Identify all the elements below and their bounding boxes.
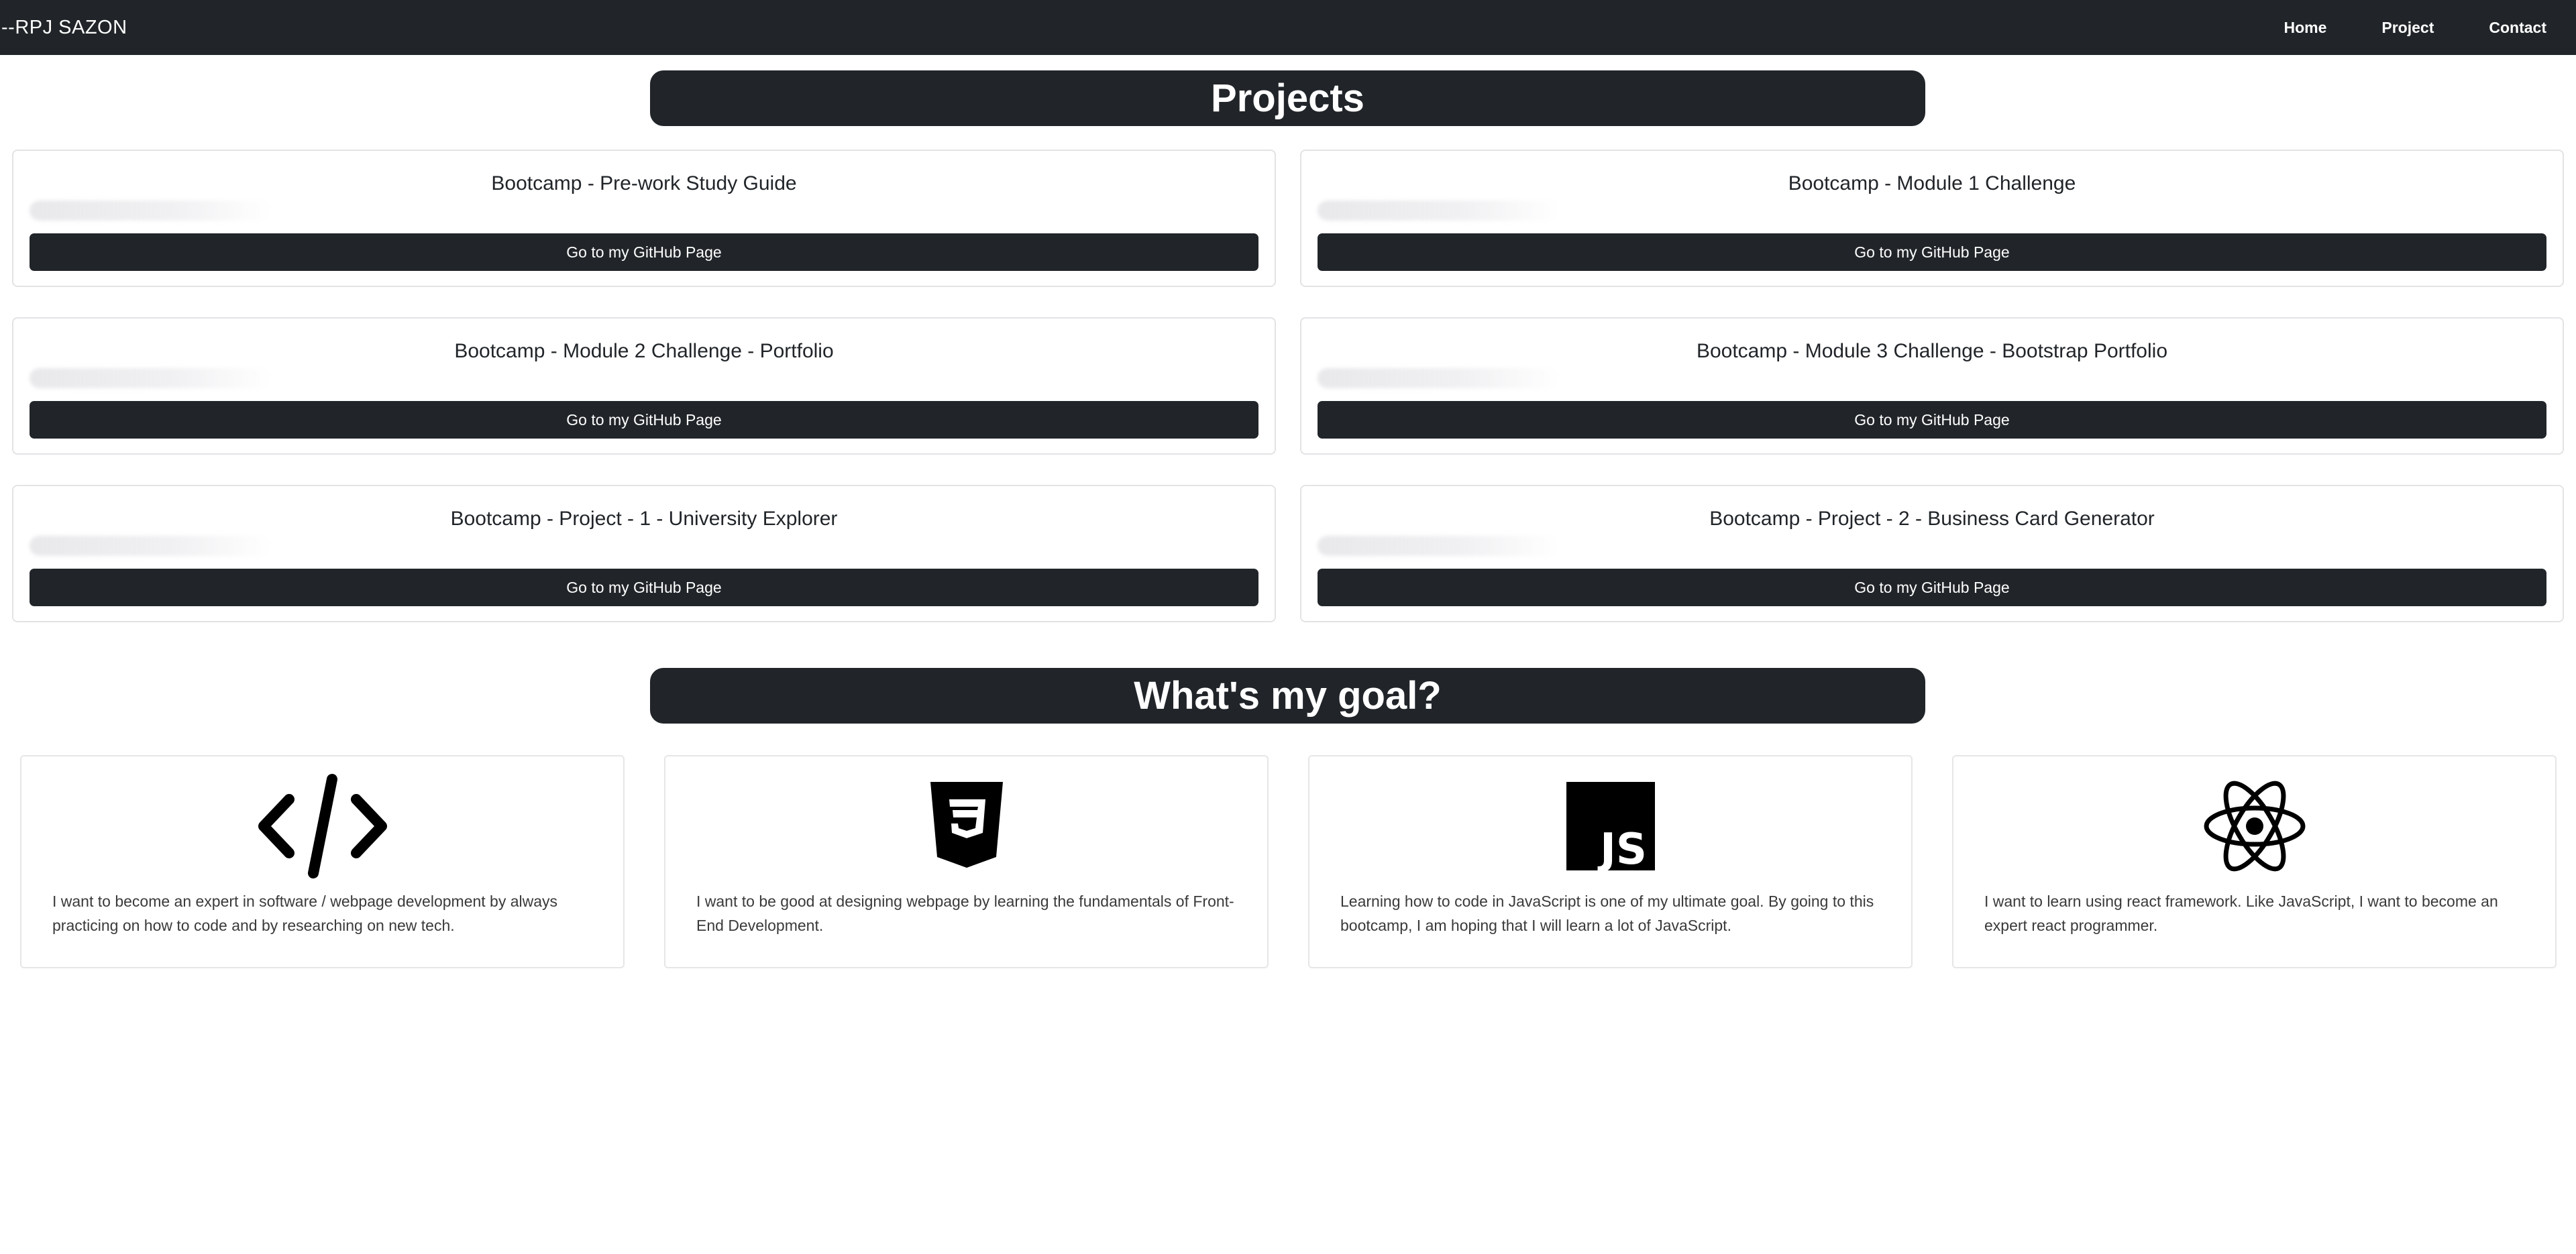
project-card: Bootcamp - Module 2 Challenge - Portfoli… — [12, 317, 1276, 455]
project-card: Bootcamp - Project - 1 - University Expl… — [12, 485, 1276, 622]
github-page-button[interactable]: Go to my GitHub Page — [1318, 401, 2546, 439]
navbar: --RPJ SAZON Home Project Contact — [0, 0, 2576, 55]
css3-icon — [665, 773, 1267, 880]
project-card-title: Bootcamp - Project - 2 - Business Card G… — [1709, 508, 2155, 530]
goal-card: JS Learning how to code in JavaScript is… — [1308, 755, 1913, 968]
blurred-description — [1318, 368, 1559, 388]
goal-description: I want to become an expert in software /… — [52, 893, 558, 934]
project-card: Bootcamp - Project - 2 - Business Card G… — [1300, 485, 2564, 622]
code-icon — [21, 773, 623, 880]
project-card-title: Bootcamp - Module 2 Challenge - Portfoli… — [454, 340, 834, 362]
goal-card: I want to be good at designing webpage b… — [664, 755, 1269, 968]
project-card-title: Bootcamp - Module 1 Challenge — [1788, 172, 2076, 194]
javascript-icon: JS — [1309, 773, 1911, 880]
goal-card: I want to learn using react framework. L… — [1952, 755, 2557, 968]
goal-description: I want to be good at designing webpage b… — [696, 893, 1234, 934]
goal-description: Learning how to code in JavaScript is on… — [1340, 893, 1874, 934]
project-card: Bootcamp - Module 1 Challenge Go to my G… — [1300, 150, 2564, 287]
blurred-description — [1318, 201, 1559, 221]
blurred-description — [30, 536, 271, 556]
goals-section-title: What's my goal? — [650, 668, 1925, 724]
blurred-description — [1318, 536, 1559, 556]
project-card-title: Bootcamp - Module 3 Challenge - Bootstra… — [1696, 340, 2168, 362]
project-card-title: Bootcamp - Pre-work Study Guide — [491, 172, 797, 194]
project-card: Bootcamp - Pre-work Study Guide Go to my… — [12, 150, 1276, 287]
nav-links: Home Project Contact — [2229, 0, 2576, 55]
react-icon — [1953, 773, 2555, 880]
github-page-button[interactable]: Go to my GitHub Page — [30, 569, 1258, 606]
github-page-button[interactable]: Go to my GitHub Page — [30, 401, 1258, 439]
nav-link-contact[interactable]: Contact — [2489, 19, 2546, 37]
github-page-button[interactable]: Go to my GitHub Page — [1318, 569, 2546, 606]
brand-logo-text[interactable]: --RPJ SAZON — [0, 17, 127, 39]
nav-link-project[interactable]: Project — [2381, 19, 2434, 37]
project-card: Bootcamp - Module 3 Challenge - Bootstra… — [1300, 317, 2564, 455]
project-card-title: Bootcamp - Project - 1 - University Expl… — [450, 508, 838, 530]
blurred-description — [30, 201, 271, 221]
nav-link-home[interactable]: Home — [2284, 19, 2326, 37]
github-page-button[interactable]: Go to my GitHub Page — [1318, 233, 2546, 271]
svg-text:JS: JS — [1597, 825, 1647, 870]
blurred-description — [30, 368, 271, 388]
projects-section-title: Projects — [650, 70, 1925, 126]
goal-description: I want to learn using react framework. L… — [1984, 893, 2498, 934]
goal-card: I want to become an expert in software /… — [20, 755, 625, 968]
github-page-button[interactable]: Go to my GitHub Page — [30, 233, 1258, 271]
